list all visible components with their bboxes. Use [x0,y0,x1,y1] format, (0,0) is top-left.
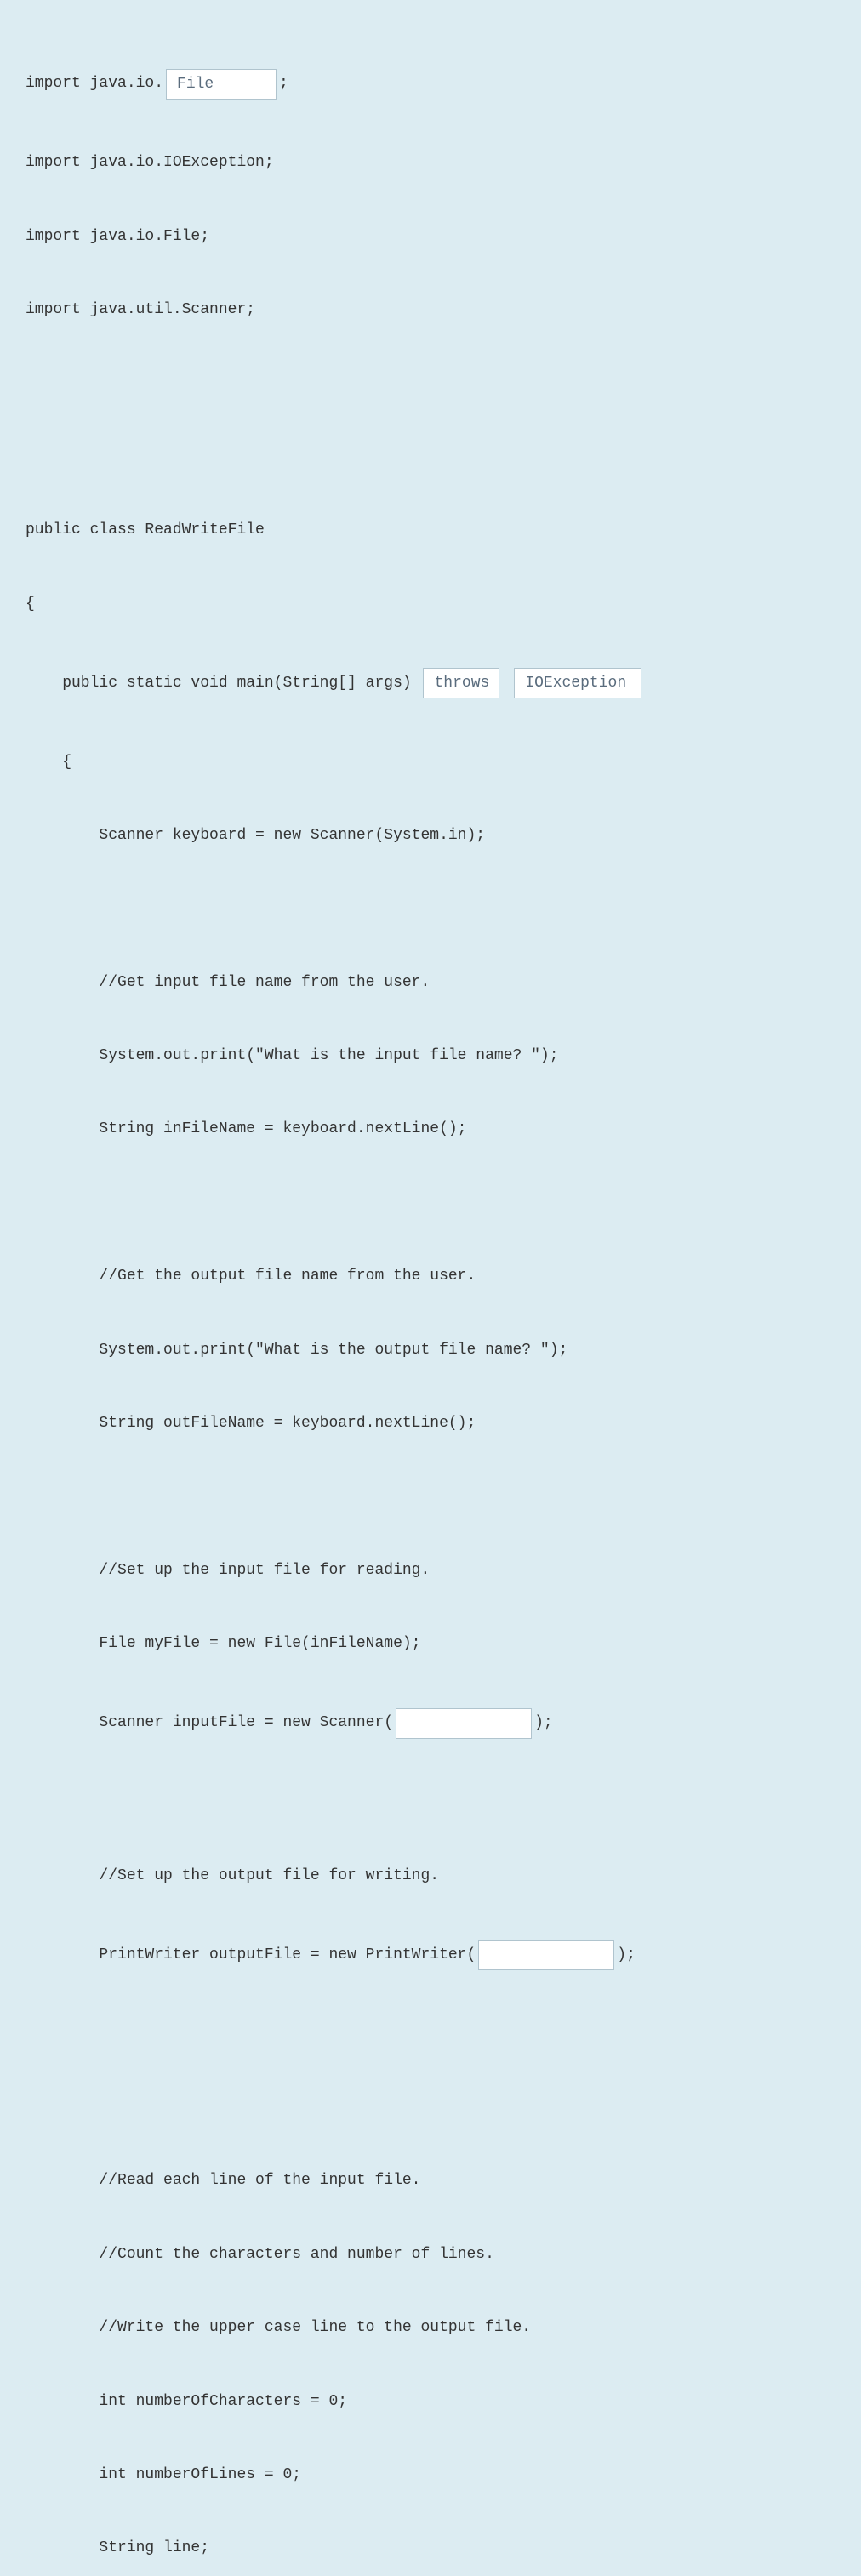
code-text: PrintWriter outputFile = new PrintWriter… [26,1943,476,1968]
code-text [502,671,511,696]
code-line: //Get input file name from the user. [26,971,835,995]
code-line-7: public static void main(String[] args) [26,668,835,698]
code-line: String outFileName = keyboard.nextLine()… [26,1411,835,1436]
code-line-20: PrintWriter outputFile = new PrintWriter… [26,1940,835,1970]
code-line: System.out.print("What is the output fil… [26,1338,835,1363]
code-line [26,1191,835,1216]
code-text: ; [279,71,288,96]
code-line: int numberOfCharacters = 0; [26,2390,835,2414]
code-line [26,897,835,921]
code-text: ); [534,1711,553,1735]
code-line: Scanner keyboard = new Scanner(System.in… [26,824,835,848]
blank-throws[interactable] [423,668,499,698]
code-line [26,445,835,470]
code-line [26,1485,835,1509]
code-line: //Get the output file name from the user… [26,1264,835,1289]
code-line: System.out.print("What is the input file… [26,1044,835,1069]
blank-printwriter-arg[interactable] [478,1940,614,1970]
code-line: //Count the characters and number of lin… [26,2243,835,2267]
blank-exception[interactable] [514,668,641,698]
code-line [26,1790,835,1815]
code-line: //Set up the output file for writing. [26,1864,835,1889]
code-line: String line; [26,2536,835,2561]
code-line: String inFileName = keyboard.nextLine(); [26,1117,835,1142]
code-line-1: import java.io. ; [26,69,835,100]
code-text: Scanner inputFile = new Scanner( [26,1711,393,1735]
code-line [26,371,835,396]
code-line: File myFile = new File(inFileName); [26,1632,835,1656]
code-line: int numberOfLines = 0; [26,2463,835,2488]
code-line [26,2095,835,2120]
blank-scanner-arg[interactable] [396,1708,532,1739]
code-line: //Set up the input file for reading. [26,1559,835,1583]
code-line: import java.util.Scanner; [26,298,835,322]
code-line: public class ReadWriteFile [26,518,835,543]
code-line: //Write the upper case line to the outpu… [26,2316,835,2340]
code-line: import java.io.File; [26,225,835,249]
code-line: { [26,592,835,617]
code-line: { [26,750,835,775]
code-line-18: Scanner inputFile = new Scanner( ); [26,1708,835,1739]
code-text: ); [617,1943,636,1968]
code-text: public static void main(String[] args) [26,671,420,696]
code-text: import java.io. [26,71,163,96]
code-line [26,2022,835,2047]
blank-import-class[interactable] [166,69,277,100]
code-line: //Read each line of the input file. [26,2169,835,2193]
code-container: import java.io. ; import java.io.IOExcep… [26,17,835,2576]
code-line: import java.io.IOException; [26,151,835,175]
